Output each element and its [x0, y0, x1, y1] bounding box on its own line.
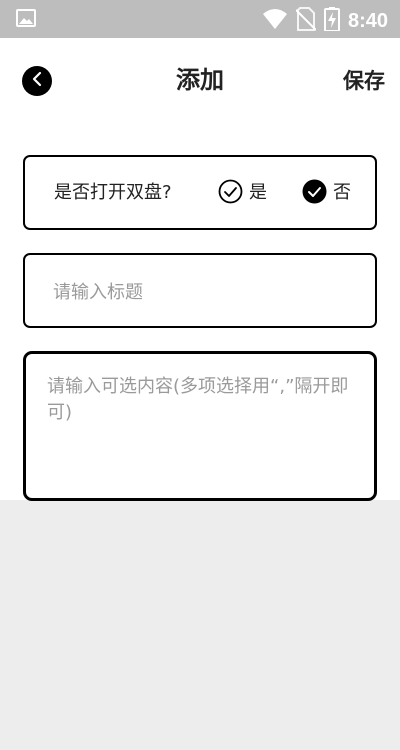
no-sim-icon	[295, 7, 324, 35]
wifi-icon	[262, 8, 296, 34]
battery-charging-icon	[323, 7, 348, 35]
check-circle-filled-icon	[302, 179, 327, 208]
radio-label-yes: 是	[249, 182, 267, 203]
image-icon	[16, 9, 36, 31]
status-bar: 8:40	[0, 0, 400, 38]
radio-label-no: 否	[333, 182, 351, 203]
status-time: 8:40	[347, 10, 388, 32]
check-circle-outline-icon	[218, 179, 243, 208]
dual-disc-toggle-card: 是否打开双盘? 是 否	[23, 155, 377, 230]
save-button[interactable]: 保存	[343, 66, 385, 96]
nav-bar: 添加 保存	[0, 38, 400, 124]
page-title: 添加	[176, 66, 224, 94]
add-page: 添加 保存 是否打开双盘? 是 否	[0, 38, 400, 501]
radio-option-no[interactable]: 否	[302, 179, 351, 208]
radio-option-yes[interactable]: 是	[218, 179, 267, 208]
title-input[interactable]	[53, 279, 353, 305]
title-input-card	[23, 253, 377, 328]
toggle-question: 是否打开双盘?	[54, 182, 172, 203]
options-textarea[interactable]	[47, 374, 357, 484]
options-input-card	[23, 351, 377, 501]
